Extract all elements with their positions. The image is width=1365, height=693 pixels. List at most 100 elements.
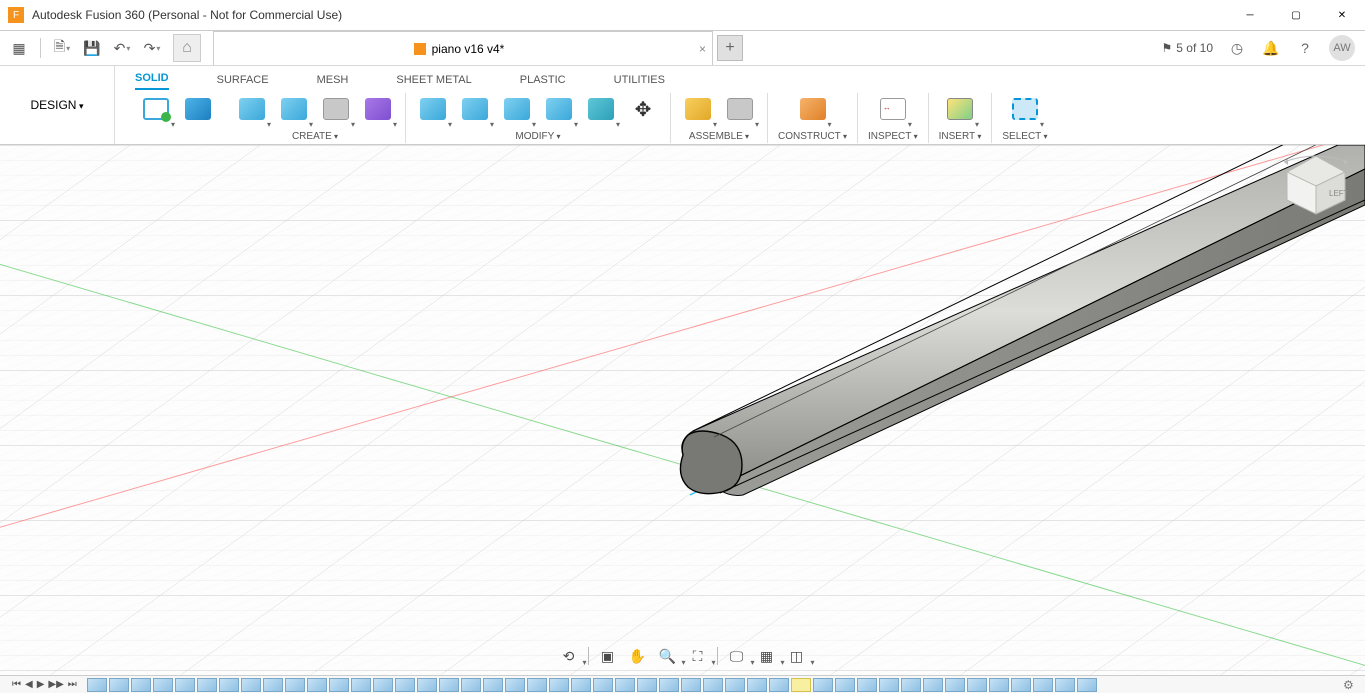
timeline-feature[interactable] [439,678,459,692]
timeline-feature[interactable] [967,678,987,692]
help-icon[interactable]: ? [1295,38,1315,58]
timeline-feature[interactable] [285,678,305,692]
timeline-feature[interactable] [923,678,943,692]
tab-sheet-metal[interactable]: SHEET METAL [396,70,471,90]
timeline-feature[interactable] [571,678,591,692]
zoom-icon[interactable]: 🔍 [657,645,679,667]
combine-icon[interactable] [542,92,576,126]
select-group-label[interactable]: SELECT [1002,131,1047,144]
grid-settings-icon[interactable]: ▦ [756,645,778,667]
timeline-feature[interactable] [461,678,481,692]
timeline-feature[interactable] [175,678,195,692]
inspect-group-label[interactable]: INSPECT [868,131,918,144]
timeline-feature[interactable] [857,678,877,692]
extensions-button[interactable]: ⚑ 5 of 10 [1162,41,1213,55]
timeline-feature[interactable] [637,678,657,692]
fit-icon[interactable]: ⛶ [687,645,709,667]
save-icon[interactable]: 💾 [79,35,105,61]
timeline-feature[interactable] [373,678,393,692]
timeline-fwd-icon[interactable]: ▶ [37,679,45,690]
tab-plastic[interactable]: PLASTIC [520,70,566,90]
timeline-feature[interactable] [505,678,525,692]
timeline-feature[interactable] [1011,678,1031,692]
minimize-button[interactable]: ─ [1227,0,1273,31]
timeline-feature[interactable] [747,678,767,692]
timeline-end-icon[interactable]: ⏭ [68,679,77,690]
timeline-feature[interactable] [549,678,569,692]
timeline-feature[interactable] [681,678,701,692]
timeline-feature[interactable] [813,678,833,692]
timeline-feature[interactable] [593,678,613,692]
tab-surface[interactable]: SURFACE [217,70,269,90]
timeline-feature[interactable] [835,678,855,692]
timeline-settings-icon[interactable]: ⚙ [1343,678,1361,692]
timeline-feature[interactable] [725,678,745,692]
timeline-feature[interactable] [263,678,283,692]
joint-icon[interactable] [723,92,757,126]
measure-icon[interactable]: ↔ [876,92,910,126]
fillet-icon[interactable] [458,92,492,126]
select-icon[interactable] [1008,92,1042,126]
timeline-start-icon[interactable]: ⏮ [12,679,21,690]
timeline-feature[interactable] [241,678,261,692]
timeline-feature[interactable] [351,678,371,692]
document-tab[interactable]: piano v16 v4* × [213,31,713,65]
close-button[interactable]: ✕ [1319,0,1365,31]
job-status-icon[interactable]: ◷ [1227,38,1247,58]
timeline-feature[interactable] [769,678,789,692]
viewport-layout-icon[interactable]: ◫ [786,645,808,667]
timeline-feature[interactable] [615,678,635,692]
lookat-icon[interactable]: ▣ [597,645,619,667]
timeline-feature-current[interactable] [791,678,811,692]
insert-group-label[interactable]: INSERT [939,131,982,144]
timeline[interactable]: ⏮ ◀ ▶ ▶▶ ⏭ ⚙ [0,675,1365,693]
tab-mesh[interactable]: MESH [317,70,349,90]
assemble-group-label[interactable]: ASSEMBLE [689,131,749,144]
close-tab-icon[interactable]: × [699,42,706,56]
move-icon[interactable]: ✥ [626,92,660,126]
timeline-feature[interactable] [87,678,107,692]
create-sketch-icon[interactable] [139,92,173,126]
revolve-icon[interactable] [277,92,311,126]
emboss-icon[interactable] [361,92,395,126]
create-group-label[interactable]: CREATE [292,131,338,144]
plane-icon[interactable] [796,92,830,126]
shell-icon[interactable] [500,92,534,126]
viewport-canvas[interactable] [0,145,1365,675]
press-pull-icon[interactable] [416,92,450,126]
insert-icon[interactable] [943,92,977,126]
maximize-button[interactable]: ▢ [1273,0,1319,31]
timeline-feature[interactable] [1033,678,1053,692]
timeline-feature[interactable] [109,678,129,692]
timeline-feature[interactable] [1055,678,1075,692]
timeline-feature[interactable] [901,678,921,692]
timeline-feature[interactable] [1077,678,1097,692]
redo-icon[interactable]: ↷ [139,35,165,61]
new-component-icon[interactable] [681,92,715,126]
new-tab-button[interactable]: + [717,35,743,61]
workspace-switcher[interactable]: DESIGN [0,66,115,144]
box-icon[interactable] [181,92,215,126]
timeline-feature[interactable] [659,678,679,692]
timeline-feature[interactable] [329,678,349,692]
notifications-icon[interactable]: 🔔 [1261,38,1281,58]
timeline-feature[interactable] [153,678,173,692]
offset-face-icon[interactable] [584,92,618,126]
tab-utilities[interactable]: UTILITIES [614,70,665,90]
construct-group-label[interactable]: CONSTRUCT [778,131,847,144]
tab-solid[interactable]: SOLID [135,68,169,90]
form-icon[interactable] [319,92,353,126]
timeline-play-icon[interactable]: ▶▶ [48,679,63,690]
timeline-feature[interactable] [197,678,217,692]
data-panel-icon[interactable]: ▦ [6,35,32,61]
modify-group-label[interactable]: MODIFY [515,131,560,144]
viewcube[interactable]: LEFT [1281,152,1351,216]
timeline-feature[interactable] [879,678,899,692]
home-button[interactable]: ⌂ [173,34,201,62]
timeline-feature[interactable] [703,678,723,692]
timeline-feature[interactable] [417,678,437,692]
timeline-feature[interactable] [219,678,239,692]
timeline-feature[interactable] [307,678,327,692]
timeline-back-icon[interactable]: ◀ [25,679,33,690]
timeline-feature[interactable] [131,678,151,692]
